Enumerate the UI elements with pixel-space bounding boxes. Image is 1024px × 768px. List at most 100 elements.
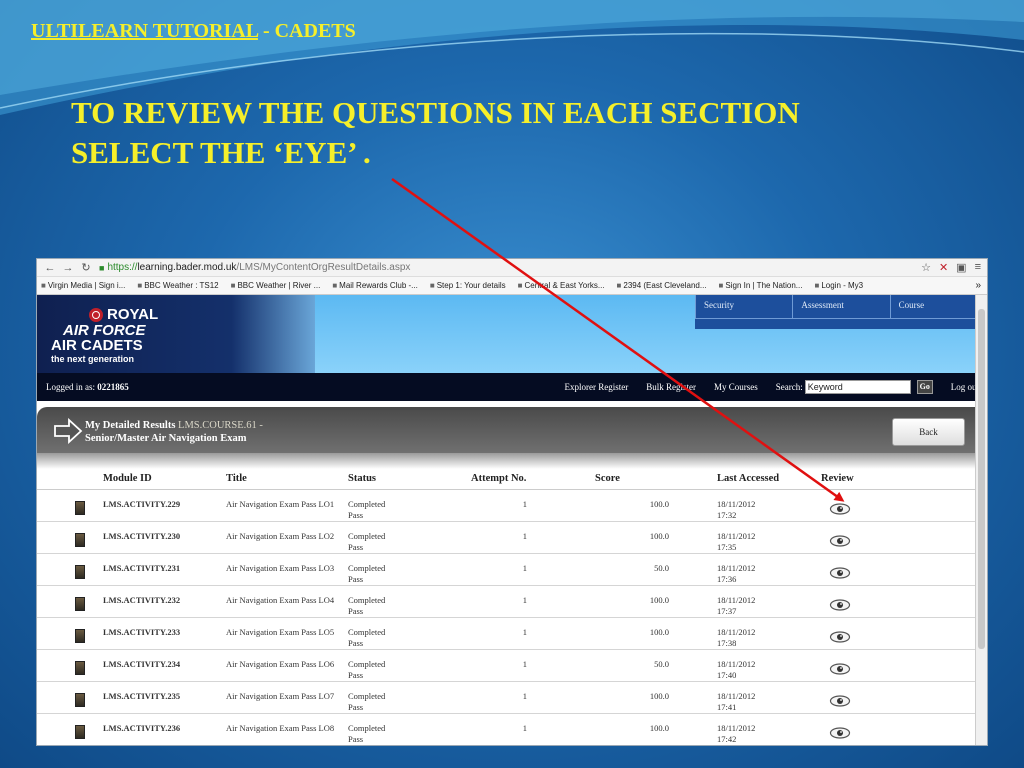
eye-icon[interactable] [829, 598, 851, 612]
menu-icon[interactable]: ≡ [975, 261, 981, 274]
table-row: LMS.ACTIVITY.236 Air Navigation Exam Pass… [37, 713, 975, 745]
banner-fade [37, 453, 987, 469]
keyboard-icon[interactable]: ▣ [956, 261, 966, 274]
tab-assessment[interactable]: Assessment [792, 295, 890, 319]
document-icon[interactable] [75, 564, 85, 579]
bookmark-item[interactable]: ■ Virgin Media | Sign i... [41, 281, 125, 290]
document-icon[interactable] [75, 532, 85, 547]
eye-icon[interactable] [829, 566, 851, 580]
eye-icon[interactable] [829, 694, 851, 708]
search-label: Search: [775, 382, 803, 392]
status-cell: Completed Pass [348, 617, 471, 650]
review-cell [821, 489, 975, 522]
scroll-thumb[interactable] [978, 309, 985, 649]
time-text: 17:36 [717, 573, 737, 584]
date-text: 18/11/2012 [717, 530, 756, 541]
eye-icon[interactable] [829, 726, 851, 740]
star-icon[interactable]: ☆ [921, 261, 931, 274]
bookmark-item[interactable]: ■ Sign In | The Nation... [719, 281, 803, 290]
status-line-1: Completed [348, 594, 386, 605]
col-last-accessed[interactable]: Last Accessed [699, 469, 821, 490]
review-cell [821, 521, 975, 554]
attempt-cell: 1 [471, 681, 539, 714]
table-row: LMS.ACTIVITY.233 Air Navigation Exam Pass… [37, 617, 975, 650]
rafac-logo[interactable]: ROYAL AIR FORCE AIR CADETS the next gene… [37, 295, 315, 373]
go-button[interactable]: Go [916, 380, 933, 394]
course-name: Senior/Master Air Navigation Exam [85, 433, 247, 444]
col-title[interactable]: Title [226, 469, 348, 490]
document-icon[interactable] [75, 500, 85, 515]
review-cell [821, 649, 975, 682]
table-row: LMS.ACTIVITY.232 Air Navigation Exam Pass… [37, 585, 975, 618]
bookmark-item[interactable]: ■ Central & East Yorks... [518, 281, 605, 290]
document-icon[interactable] [75, 660, 85, 675]
slide-title-underlined: ULTILEARN TUTORIAL [31, 20, 258, 42]
date-text: 18/11/2012 [717, 594, 756, 605]
bookmark-label: Virgin Media | Sign i... [47, 281, 126, 290]
bookmark-item[interactable]: ■ 2394 (East Cleveland... [617, 281, 707, 290]
back-button[interactable]: Back [892, 418, 965, 446]
my-courses-link[interactable]: My Courses [714, 382, 758, 392]
bookmark-icon: ■ [332, 281, 338, 290]
review-cell [821, 617, 975, 650]
col-module-id[interactable]: Module ID [103, 469, 226, 490]
table-row: LMS.ACTIVITY.234 Air Navigation Exam Pass… [37, 649, 975, 682]
table-header-row: Module ID Title Status Attempt No. Score… [37, 469, 975, 490]
bookmarks-more[interactable]: » [975, 280, 987, 291]
title-cell: Air Navigation Exam Pass LO4 [226, 585, 348, 618]
score-cell: 50.0 [539, 649, 699, 682]
col-attempt[interactable]: Attempt No. [471, 469, 539, 490]
document-icon[interactable] [75, 596, 85, 611]
logo-text-aircadets: AIR CADETS [51, 337, 143, 354]
url-field[interactable]: https://learning.bader.mod.uk/LMS/MyCont… [107, 262, 410, 273]
document-icon[interactable] [75, 692, 85, 707]
bookmark-icon: ■ [230, 281, 236, 290]
bookmark-item[interactable]: ■ BBC Weather : TS12 [137, 281, 218, 290]
bookmark-item[interactable]: ■ Mail Rewards Club -... [332, 281, 418, 290]
status-cell: Completed Pass [348, 521, 471, 554]
time-text: 17:32 [717, 509, 737, 520]
title-cell: Air Navigation Exam Pass LO7 [226, 681, 348, 714]
back-arrow-icon[interactable]: ← [41, 262, 59, 274]
bookmark-icon: ■ [41, 281, 46, 290]
module-id-cell: LMS.ACTIVITY.229 [103, 489, 226, 522]
site-header: ROYAL AIR FORCE AIR CADETS the next gene… [37, 295, 987, 373]
forward-arrow-icon[interactable]: → [59, 262, 77, 274]
time-text: 17:40 [717, 669, 737, 680]
bookmark-item[interactable]: ■ Login - My3 [814, 281, 863, 290]
logo-text-tagline: the next generation [51, 354, 135, 364]
tab-security[interactable]: Security [695, 295, 793, 319]
bulk-register-link[interactable]: Bulk Register [646, 382, 696, 392]
document-icon[interactable] [75, 724, 85, 739]
module-id-cell: LMS.ACTIVITY.234 [103, 649, 226, 682]
extension-icon[interactable]: ✕ [939, 261, 948, 274]
page-scrollbar[interactable] [975, 295, 987, 745]
date-text: 18/11/2012 [717, 690, 756, 701]
search-input[interactable] [804, 380, 911, 394]
tab-course[interactable]: Course [889, 295, 987, 319]
status-line-1: Completed [348, 626, 386, 637]
top-tabs: Security Assessment Course [695, 295, 987, 329]
title-cell: Air Navigation Exam Pass LO8 [226, 713, 348, 745]
bookmark-item[interactable]: ■ BBC Weather | River ... [231, 281, 321, 290]
explorer-register-link[interactable]: Explorer Register [565, 382, 629, 392]
status-cell: Completed Pass [348, 649, 471, 682]
score-cell: 100.0 [539, 489, 699, 522]
document-icon[interactable] [75, 628, 85, 643]
last-accessed-cell: 18/11/2012 17:37 [699, 585, 821, 618]
eye-icon[interactable] [829, 662, 851, 676]
col-score[interactable]: Score [539, 469, 699, 490]
reload-icon[interactable]: ↻ [77, 261, 95, 274]
heading-line-2: SELECT THE ‘EYE’ . [71, 135, 371, 170]
results-title: My Detailed Results LMS.COURSE.61 - Seni… [85, 419, 263, 445]
eye-icon[interactable] [829, 534, 851, 548]
bookmark-label: BBC Weather : TS12 [144, 281, 219, 290]
score-cell: 50.0 [539, 553, 699, 586]
last-accessed-cell: 18/11/2012 17:38 [699, 617, 821, 650]
eye-icon[interactable] [829, 502, 851, 516]
bookmark-label: Central & East Yorks... [524, 281, 605, 290]
eye-icon[interactable] [829, 630, 851, 644]
bookmark-item[interactable]: ■ Step 1: Your details [430, 281, 506, 290]
col-status[interactable]: Status [348, 469, 471, 490]
table-row: LMS.ACTIVITY.231 Air Navigation Exam Pass… [37, 553, 975, 586]
